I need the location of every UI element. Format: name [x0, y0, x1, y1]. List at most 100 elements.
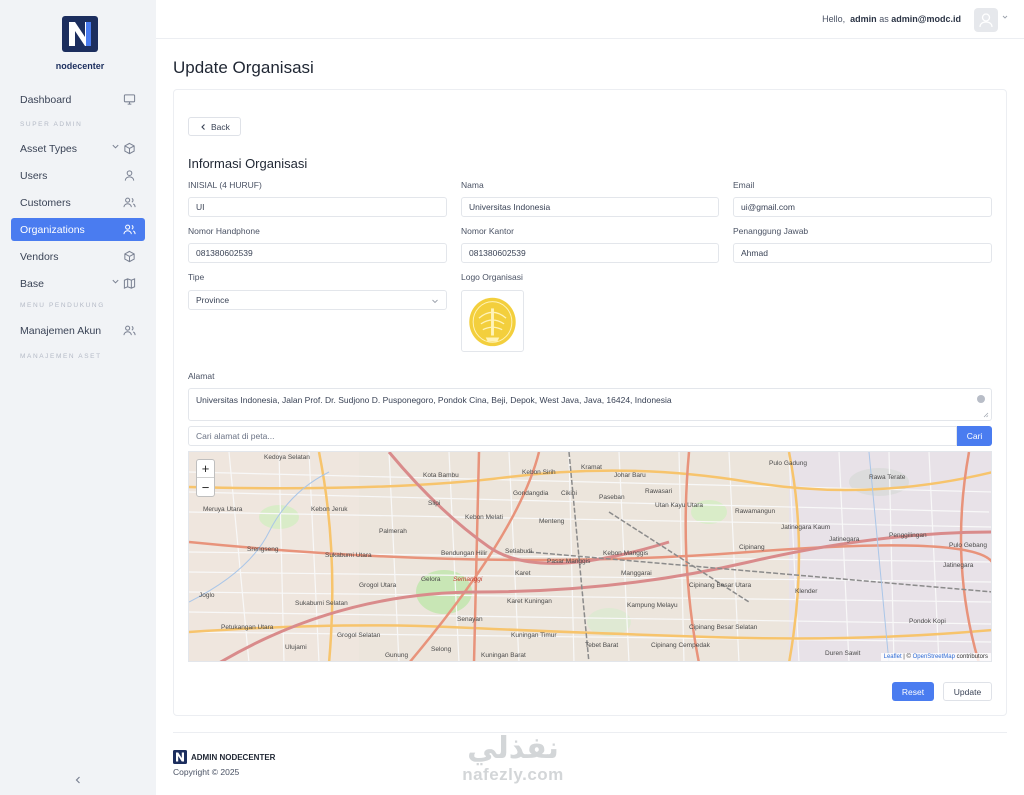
- map-label: Kedoya Selatan: [264, 454, 310, 461]
- map-label: Cipinang Besar Selatan: [689, 624, 758, 631]
- sidebar: nodecenter Dashboard SUPER ADMIN Asset T…: [0, 0, 156, 795]
- user-icon: [124, 170, 135, 181]
- sidebar-item-label: Customers: [20, 196, 71, 209]
- map-label: Sukabumi Selatan: [295, 600, 348, 607]
- map-label: Cipinang Cempedak: [651, 642, 710, 649]
- email-label: Email: [733, 180, 755, 190]
- alamat-textarea[interactable]: Universitas Indonesia, Jalan Prof. Dr. S…: [188, 388, 992, 421]
- map-search-input[interactable]: Cari alamat di peta...: [188, 426, 957, 446]
- sidebar-item-asset-types[interactable]: Asset Types: [11, 137, 145, 160]
- users-icon: [123, 224, 136, 235]
- watermark: نفذلي nafezly.com: [448, 733, 578, 785]
- greeting-hello: Hello,: [822, 14, 846, 24]
- sidebar-item-manajemen-akun[interactable]: Manajemen Akun: [11, 319, 145, 342]
- reset-button[interactable]: Reset: [892, 682, 934, 701]
- sidebar-item-label: Base: [20, 277, 44, 290]
- map-label: Cipinang: [739, 544, 765, 551]
- map-label: Ulujami: [285, 644, 307, 651]
- map-label: Penggilingan: [889, 532, 927, 539]
- update-button[interactable]: Update: [943, 682, 992, 701]
- map-label: Kebon Jeruk: [311, 506, 348, 513]
- sidebar-item-dashboard[interactable]: Dashboard: [11, 88, 145, 111]
- email-input[interactable]: ui@gmail.com: [733, 197, 992, 217]
- map-label: Semanggi: [453, 576, 483, 583]
- map-label: Gunung: [385, 652, 409, 659]
- greeting-user: admin: [850, 14, 877, 24]
- osm-link[interactable]: OpenStreetMap: [913, 654, 955, 660]
- map-label: Senayan: [457, 616, 483, 623]
- map-view[interactable]: Kedoya Selatan Kota Bambu Kebon Sirih Kr…: [188, 451, 992, 662]
- map-search-button[interactable]: Cari: [957, 426, 992, 446]
- map-label: Pondok Kopi: [909, 618, 946, 625]
- nama-input[interactable]: Universitas Indonesia: [461, 197, 719, 217]
- back-button[interactable]: Back: [188, 117, 241, 136]
- map-label: Palmerah: [379, 528, 407, 535]
- map-label: Rawasari: [645, 488, 673, 495]
- map-label: Srengseng: [247, 546, 279, 553]
- sidebar-item-label: Manajemen Akun: [20, 324, 102, 337]
- hp-label: Nomor Handphone: [188, 226, 260, 236]
- map-label: Kampung Melayu: [627, 602, 678, 609]
- sidebar-item-users[interactable]: Users: [11, 164, 145, 187]
- map-label: Kebon Melati: [465, 514, 503, 521]
- logo-label: Logo Organisasi: [461, 272, 523, 282]
- inisial-label: INISIAL (4 HURUF): [188, 180, 262, 190]
- sidebar-item-base[interactable]: Base: [11, 272, 145, 295]
- footer-brand-name: ADMIN NODECENTER: [191, 752, 276, 762]
- brand-logo[interactable]: nodecenter: [55, 16, 105, 71]
- map-label: Rawa Terate: [869, 474, 906, 481]
- map-label: Pulo Gadung: [769, 460, 807, 467]
- alamat-label: Alamat: [188, 371, 215, 381]
- map-label: Paseban: [599, 494, 625, 501]
- sidebar-item-label: Users: [20, 169, 48, 182]
- map-label: Rawamangun: [735, 508, 776, 515]
- clear-icon[interactable]: [977, 395, 985, 403]
- map-label: Gelora: [421, 576, 441, 583]
- chevron-down-icon: [432, 299, 438, 304]
- page-title: Update Organisasi: [173, 58, 314, 77]
- zoom-in-button[interactable]: +: [197, 460, 214, 478]
- logo-preview[interactable]: [461, 290, 524, 352]
- map-label: Cipinang Besar Utara: [689, 582, 752, 589]
- map-label: Klender: [795, 588, 818, 595]
- zoom-out-button[interactable]: −: [197, 478, 214, 496]
- map-label: Duren Sawit: [825, 650, 861, 657]
- kantor-label: Nomor Kantor: [461, 226, 514, 236]
- map-label: Joglo: [199, 592, 215, 599]
- alamat-value: Universitas Indonesia, Jalan Prof. Dr. S…: [196, 395, 672, 405]
- hp-input[interactable]: 081380602539: [188, 243, 447, 263]
- pj-input[interactable]: Ahmad: [733, 243, 992, 263]
- map-label: Petukangan Utara: [221, 624, 274, 631]
- tipe-select-value: Province: [196, 295, 230, 305]
- resize-handle-icon[interactable]: [983, 412, 989, 418]
- map-label: Setiabudi: [505, 548, 533, 555]
- watermark-latin: nafezly.com: [462, 765, 564, 784]
- footer-brand: ADMIN NODECENTER: [173, 750, 275, 764]
- sidebar-item-customers[interactable]: Customers: [11, 191, 145, 214]
- map-label: Tebet Barat: [585, 642, 619, 649]
- map-label: Johar Baru: [614, 472, 646, 479]
- map-label: Slipi: [428, 500, 441, 507]
- map-label: Cikini: [561, 490, 577, 497]
- users-icon: [123, 197, 136, 208]
- users-icon: [123, 325, 136, 336]
- collapse-sidebar-icon[interactable]: [72, 774, 84, 786]
- map-label: Manggarai: [621, 570, 652, 577]
- sidebar-item-organizations[interactable]: Organizations: [11, 218, 145, 241]
- tipe-select[interactable]: Province: [188, 290, 447, 310]
- chevron-down-icon[interactable]: [1002, 14, 1008, 20]
- leaflet-link[interactable]: Leaflet: [884, 654, 902, 660]
- sidebar-section-super-admin: SUPER ADMIN: [20, 121, 83, 128]
- map-label: Pasar Manggis: [547, 558, 591, 565]
- sidebar-item-label: Vendors: [20, 250, 59, 263]
- map-label: Kramat: [581, 464, 602, 471]
- sidebar-item-vendors[interactable]: Vendors: [11, 245, 145, 268]
- map-label: Kebon Manggis: [603, 550, 649, 557]
- avatar[interactable]: [974, 8, 998, 32]
- kantor-input[interactable]: 081380602539: [461, 243, 719, 263]
- box-icon: [124, 250, 135, 263]
- inisial-input[interactable]: UI: [188, 197, 447, 217]
- sidebar-section-manajemen-aset: MANAJEMEN ASET DINAMIS: [20, 353, 102, 360]
- map-attribution: Leaflet | © OpenStreetMap contributors: [880, 653, 991, 661]
- map-tiles[interactable]: [189, 452, 992, 662]
